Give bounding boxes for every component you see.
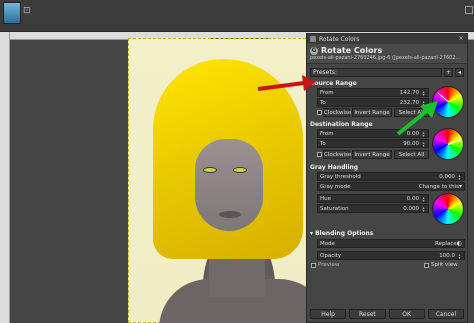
destination-select-all-button[interactable]: Select All (394, 150, 429, 159)
blending-options-title[interactable]: ▾ Blending Options (310, 230, 373, 237)
source-hue-wheel[interactable] (432, 86, 464, 118)
photo-eye-right (233, 167, 247, 173)
destination-clockwise-checkbox[interactable] (317, 152, 322, 157)
gray-mode-value: Change to this (418, 183, 459, 190)
source-wheel-pointer (437, 92, 449, 102)
app-icon (310, 36, 316, 42)
gray-mode-select[interactable]: Gray mode Change to this ▾ (317, 182, 465, 191)
destination-invert-range-button[interactable]: Invert Range (352, 150, 392, 159)
cancel-button[interactable]: Cancel (427, 309, 464, 319)
dialog-titlebar[interactable]: Rotate Colors × (307, 34, 467, 44)
destination-clockwise-label[interactable]: Clockwise (323, 150, 351, 159)
preset-menu-icon[interactable]: ◂ (455, 68, 464, 77)
split-view-label: Split view (431, 262, 458, 268)
source-range-title: Source Range (310, 80, 357, 87)
hue-field[interactable]: Hue 0.00 ▴ ▾ (317, 194, 429, 203)
spin-arrows-icon[interactable]: ▴ ▾ (421, 205, 426, 212)
source-invert-range-button[interactable]: Invert Range (352, 108, 392, 117)
tab-menu-icon[interactable]: ⊡ (23, 6, 32, 16)
blend-mode-value: Replace (434, 240, 457, 247)
destination-to-field[interactable]: To 90.00 ▴ ▾ (317, 139, 429, 148)
chevron-down-icon: ▾ (458, 183, 462, 190)
blend-mode-options-icon[interactable]: ◐ (457, 240, 462, 247)
photo-lips (219, 211, 241, 218)
gray-threshold-field[interactable]: Gray threshold 0.000 ▴ ▾ (317, 172, 465, 181)
source-from-field[interactable]: From 142.70 ▴ ▾ (317, 88, 429, 97)
help-button[interactable]: Help (310, 309, 347, 319)
opacity-value: 100.0 (439, 252, 455, 259)
gray-handling-title: Gray Handling (310, 164, 359, 171)
reset-button[interactable]: Reset (349, 309, 386, 319)
destination-hue-wheel[interactable] (432, 128, 464, 160)
add-preset-button[interactable]: + (444, 68, 453, 77)
spin-arrows-icon[interactable]: ▴ ▾ (421, 130, 426, 137)
destination-range-title: Destination Range (310, 121, 373, 128)
gray-threshold-value: 0.000 (439, 173, 455, 180)
dialog-footer: Help Reset OK Cancel (310, 309, 464, 319)
dialog-window-title: Rotate Colors (319, 35, 360, 43)
spin-arrows-icon[interactable]: ▴ ▾ (457, 173, 462, 180)
spin-arrows-icon[interactable]: ▴ ▾ (421, 99, 426, 106)
destination-from-value: 0.00 (406, 130, 419, 137)
source-to-value: 232.70 (399, 99, 419, 106)
ok-button[interactable]: OK (388, 309, 425, 319)
spin-arrows-icon[interactable]: ▴ ▾ (421, 140, 426, 147)
gegl-icon: G (310, 46, 318, 55)
close-tab-icon[interactable] (465, 6, 473, 14)
spin-arrows-icon[interactable]: ▴ ▾ (421, 89, 426, 96)
rotate-colors-dialog: Rotate Colors × G Rotate Colors pexels-a… (306, 33, 468, 323)
gimp-window: ⊡ Rotate Colors × G Rotate Colors pexels… (0, 0, 474, 323)
destination-from-field[interactable]: From 0.00 ▴ ▾ (317, 129, 429, 138)
preview-label: Preview (318, 262, 340, 268)
gray-hue-wheel[interactable] (432, 193, 464, 225)
dialog-subtitle: pexels-ali-pazani-2760246.jpg-6 ([pexels… (310, 55, 461, 61)
destination-wheel-pointer (448, 139, 462, 145)
image-tab-strip: ⊡ (0, 0, 474, 32)
image-thumbnail[interactable] (3, 2, 21, 24)
blend-mode-select[interactable]: Mode Replace ◐ (317, 239, 465, 248)
destination-to-value: 90.00 (403, 140, 419, 147)
hue-value: 0.00 (406, 195, 419, 202)
close-icon[interactable]: × (458, 36, 464, 42)
spin-arrows-icon[interactable]: ▴ ▾ (421, 195, 426, 202)
presets-select[interactable]: Presets: (310, 68, 442, 77)
dialog-heading: Rotate Colors (321, 46, 383, 55)
source-to-field[interactable]: To 232.70 ▴ ▾ (317, 98, 429, 107)
opacity-field[interactable]: Opacity 100.0 ▴ ▾ (317, 251, 465, 260)
source-clockwise-label[interactable]: Clockwise (323, 108, 351, 117)
presets-row: Presets: + ◂ (310, 68, 464, 77)
dialog-header: G Rotate Colors pexels-ali-pazani-276024… (307, 44, 467, 64)
source-clockwise-checkbox[interactable] (317, 110, 322, 115)
photo-eye-left (203, 167, 217, 173)
saturation-field[interactable]: Saturation 0.000 ▴ ▾ (317, 204, 429, 213)
split-view-checkbox[interactable] (424, 263, 429, 268)
source-select-all-button[interactable]: Select All (394, 108, 429, 117)
spin-arrows-icon[interactable]: ▴ ▾ (457, 252, 462, 259)
source-from-value: 142.70 (399, 89, 419, 96)
preview-checkbox[interactable] (311, 263, 316, 268)
vertical-ruler[interactable] (0, 32, 10, 323)
saturation-value: 0.000 (403, 205, 419, 212)
